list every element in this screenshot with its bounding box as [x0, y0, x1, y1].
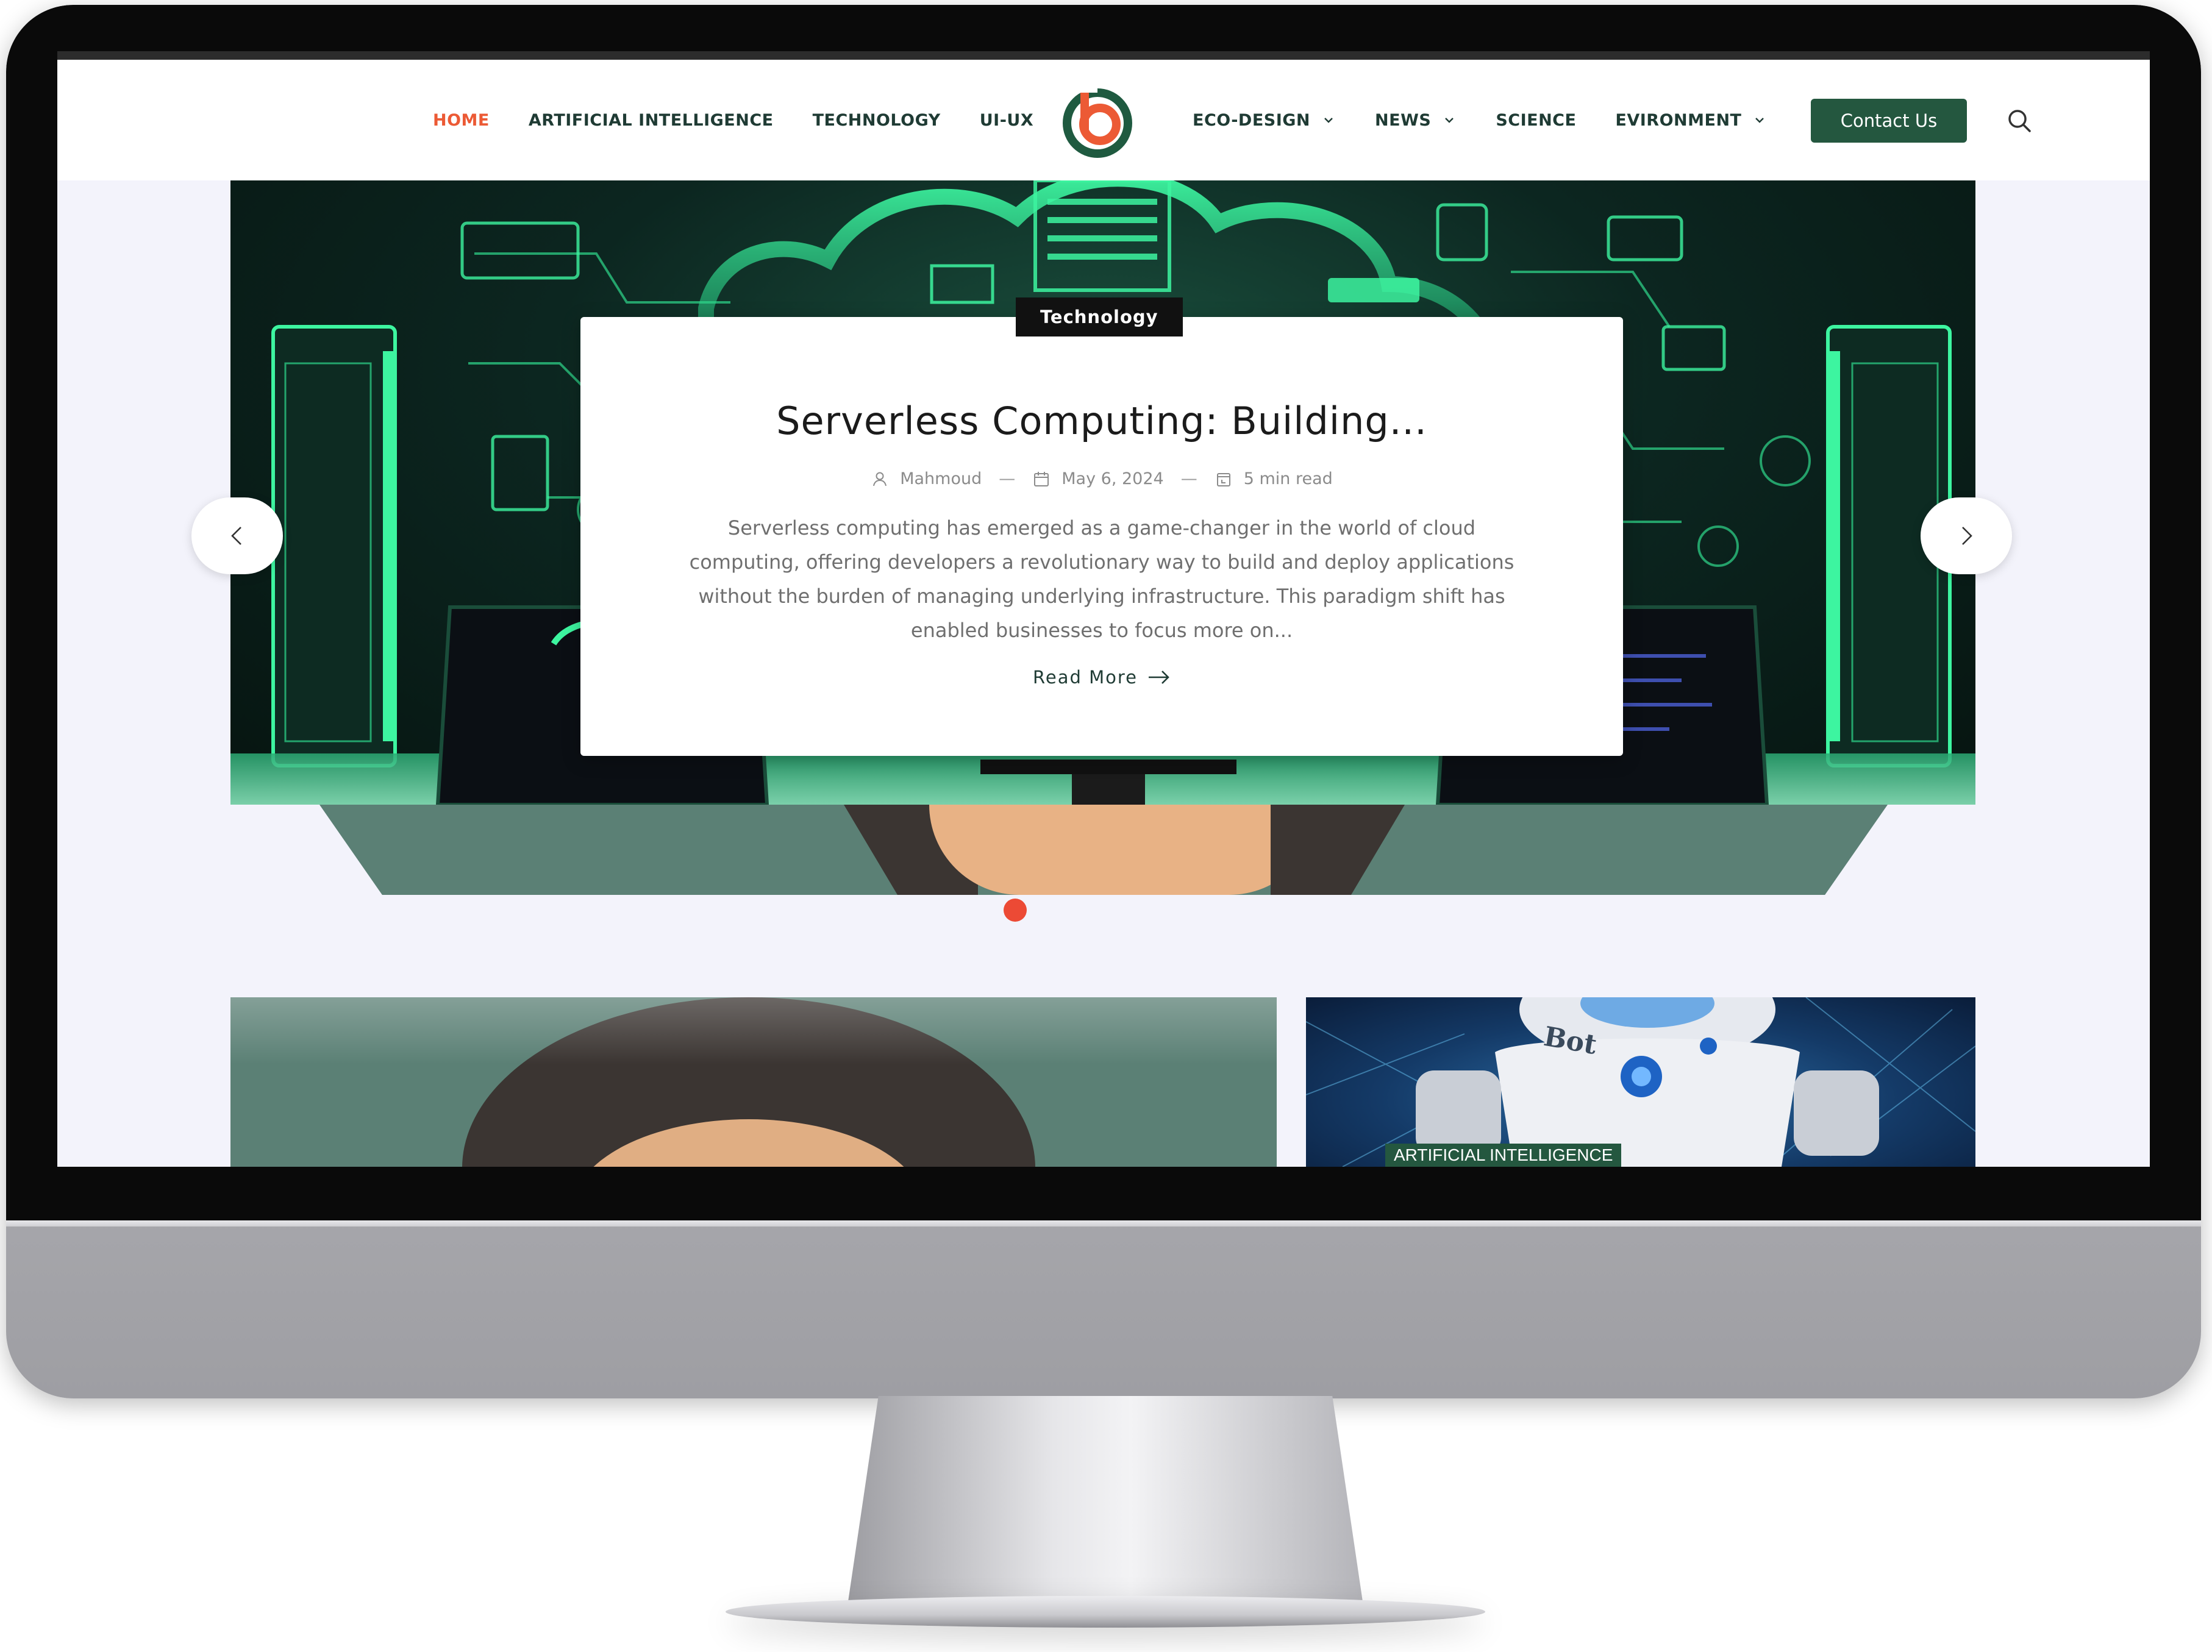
monitor-stand-base — [726, 1596, 1485, 1628]
image-fade — [230, 997, 1277, 1064]
slider-prev-button[interactable] — [191, 497, 283, 574]
illustration-hair — [1271, 805, 1405, 895]
post-meta: Mahmoud — May 6, 2024 — 5 min read — [580, 469, 1623, 488]
main-nav-left: HOME ARTIFICIAL INTELLIGENCE TECHNOLOGY … — [433, 60, 1033, 180]
post-excerpt: Serverless computing has emerged as a ga… — [689, 516, 1515, 642]
post-date: May 6, 2024 — [1061, 469, 1164, 488]
clock-calendar-icon — [1216, 472, 1230, 486]
nav-item-label: EVIRONMENT — [1615, 110, 1742, 130]
nav-item-label: ECO-DESIGN — [1193, 110, 1311, 130]
nav-item-label: NEWS — [1375, 110, 1432, 130]
featured-post-image[interactable] — [230, 997, 1277, 1167]
user-icon — [873, 472, 887, 486]
nav-item-ui-ux[interactable]: UI-UX — [980, 111, 1033, 130]
nav-item-technology[interactable]: TECHNOLOGY — [813, 111, 941, 130]
post-read-time: 5 min read — [1243, 469, 1333, 488]
calendar-icon — [1034, 471, 1049, 486]
nav-item-environment[interactable]: EVIRONMENT — [1615, 111, 1767, 130]
nav-item-eco-design[interactable]: ECO-DESIGN — [1193, 111, 1336, 130]
meta-separator: — — [999, 469, 1016, 488]
search-icon[interactable] — [2005, 106, 2034, 135]
chevron-down-icon — [1445, 118, 1454, 123]
nav-item-science[interactable]: SCIENCE — [1496, 111, 1576, 130]
chevron-down-icon — [1755, 118, 1764, 123]
post-category-badge[interactable]: Technology — [1016, 297, 1183, 336]
meta-separator: — — [1180, 469, 1197, 488]
post-title[interactable]: Serverless Computing: Building... — [580, 399, 1623, 443]
nav-item-artificial-intelligence[interactable]: ARTIFICIAL INTELLIGENCE — [529, 111, 774, 130]
browser-top-strip — [57, 51, 2150, 60]
hero-image-bottom-peek — [319, 805, 1888, 895]
hero-post-card: Serverless Computing: Building... Mahmou… — [580, 317, 1623, 756]
contact-us-button[interactable]: Contact Us — [1811, 99, 1967, 143]
chevron-left-icon — [231, 527, 241, 545]
read-more-link[interactable]: Read More — [580, 667, 1623, 688]
illustration-face — [929, 805, 1319, 895]
read-more-label: Read More — [1033, 667, 1138, 688]
site-header: HOME ARTIFICIAL INTELLIGENCE TECHNOLOGY … — [57, 60, 2150, 180]
nav-item-label: SCIENCE — [1496, 110, 1577, 130]
monitor-chin — [6, 1220, 2201, 1227]
brand-logo[interactable] — [1060, 84, 1135, 160]
nav-item-home[interactable]: HOME — [433, 111, 490, 130]
slider-next-button[interactable] — [1921, 497, 2012, 574]
slider-pagination-dot[interactable] — [1004, 899, 1027, 922]
monitor-stand-neck — [847, 1396, 1363, 1606]
post-author[interactable]: Mahmoud — [900, 469, 982, 488]
chevron-down-icon — [1324, 118, 1333, 123]
post-category-label[interactable]: ARTIFICIAL INTELLIGENCE — [1385, 1144, 1622, 1167]
nav-item-news[interactable]: NEWS — [1375, 111, 1457, 130]
robot-illustration — [1306, 997, 1975, 1167]
browser-viewport: HOME ARTIFICIAL INTELLIGENCE TECHNOLOGY … — [57, 51, 2150, 1167]
chevron-right-icon — [1962, 527, 1972, 545]
ai-post-image[interactable]: Bot — [1306, 997, 1975, 1167]
arrow-right-icon — [1148, 671, 1169, 684]
main-nav-right: ECO-DESIGN NEWS SCIENCE EVIRONMENT — [1193, 60, 1767, 180]
